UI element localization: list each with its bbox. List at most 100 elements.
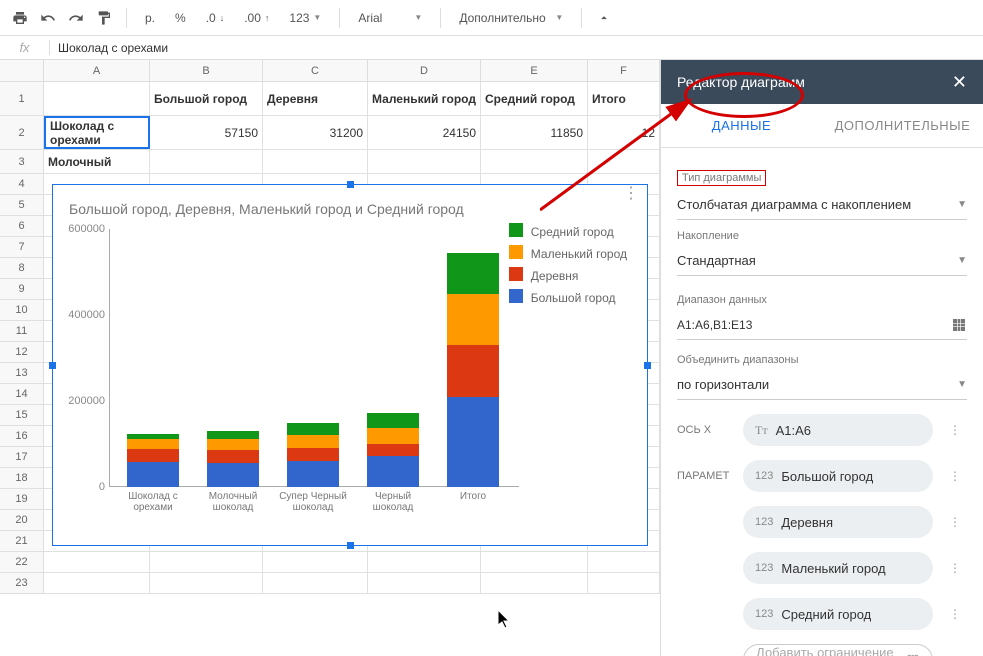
- toolbar-overflow-icon[interactable]: [592, 6, 616, 30]
- cell[interactable]: 11850: [481, 116, 588, 149]
- col-header-E[interactable]: E: [481, 60, 588, 81]
- row-header[interactable]: 12: [0, 342, 44, 362]
- percent-format-button[interactable]: %: [167, 6, 194, 30]
- tab-data[interactable]: ДАННЫЕ: [661, 104, 822, 147]
- col-header-A[interactable]: A: [44, 60, 150, 81]
- row-header[interactable]: 5: [0, 195, 44, 215]
- pill-menu-icon[interactable]: ⋮: [943, 515, 967, 529]
- chart-menu-icon[interactable]: ⋮: [623, 191, 639, 197]
- print-icon[interactable]: [8, 6, 32, 30]
- series-pill[interactable]: 123Средний город: [743, 598, 933, 630]
- cell[interactable]: [44, 573, 150, 593]
- pill-menu-icon[interactable]: ⋮: [943, 561, 967, 575]
- cell[interactable]: [588, 150, 660, 173]
- bar-segment: [287, 461, 339, 487]
- row-header[interactable]: 3: [0, 150, 44, 173]
- resize-handle[interactable]: [347, 181, 354, 188]
- cell[interactable]: [481, 150, 588, 173]
- cell[interactable]: [263, 150, 368, 173]
- cell[interactable]: 12: [588, 116, 660, 149]
- chart-object[interactable]: ⋮ Большой город, Деревня, Маленький горо…: [52, 184, 648, 546]
- cell[interactable]: Большой город: [150, 82, 263, 115]
- pill-menu-icon[interactable]: ⋮: [943, 607, 967, 621]
- selected-cell[interactable]: Шоколад с орехами: [44, 116, 150, 149]
- close-icon[interactable]: ✕: [952, 72, 967, 93]
- resize-handle[interactable]: [49, 362, 56, 369]
- row-header[interactable]: 14: [0, 384, 44, 404]
- merge-ranges-dropdown[interactable]: по горизонтали▼: [677, 370, 967, 400]
- undo-icon[interactable]: [36, 6, 60, 30]
- select-all-corner[interactable]: [0, 60, 44, 81]
- row-header[interactable]: 4: [0, 174, 44, 194]
- decrease-decimal-button[interactable]: .0↓: [198, 6, 233, 30]
- cell[interactable]: Итого: [588, 82, 660, 115]
- row-header[interactable]: 8: [0, 258, 44, 278]
- cell[interactable]: [150, 573, 263, 593]
- row-header[interactable]: 21: [0, 531, 44, 551]
- cell[interactable]: [44, 552, 150, 572]
- cell[interactable]: [588, 573, 660, 593]
- cell[interactable]: 57150: [150, 116, 263, 149]
- row-header[interactable]: 15: [0, 405, 44, 425]
- pill-menu-icon[interactable]: ⋮: [943, 469, 967, 483]
- font-selector[interactable]: Arial▼: [350, 6, 430, 30]
- row-header[interactable]: 22: [0, 552, 44, 572]
- row-header[interactable]: 10: [0, 300, 44, 320]
- row-header[interactable]: 2: [0, 116, 44, 149]
- cell[interactable]: Молочный: [44, 150, 150, 173]
- row-header[interactable]: 11: [0, 321, 44, 341]
- row-header[interactable]: 19: [0, 489, 44, 509]
- xaxis-pill[interactable]: Tᴛ A1:A6: [743, 414, 933, 446]
- series-pill[interactable]: 123Большой город: [743, 460, 933, 492]
- row-header[interactable]: 7: [0, 237, 44, 257]
- cell[interactable]: [263, 573, 368, 593]
- paint-format-icon[interactable]: [92, 6, 116, 30]
- stacking-dropdown[interactable]: Стандартная▼: [677, 246, 967, 276]
- pill-menu-icon[interactable]: ⋮: [943, 423, 967, 437]
- cell[interactable]: [481, 573, 588, 593]
- row-header[interactable]: 23: [0, 573, 44, 593]
- chart-type-dropdown[interactable]: Столбчатая диаграмма с накоплением▼: [677, 190, 967, 220]
- formula-input[interactable]: Шоколад с орехами: [50, 41, 983, 55]
- row-header[interactable]: 20: [0, 510, 44, 530]
- cell[interactable]: Деревня: [263, 82, 368, 115]
- col-header-C[interactable]: C: [263, 60, 368, 81]
- currency-format-button[interactable]: р.: [137, 6, 163, 30]
- cell[interactable]: [150, 150, 263, 173]
- row-header[interactable]: 13: [0, 363, 44, 383]
- row-header[interactable]: 17: [0, 447, 44, 467]
- series-pill[interactable]: 123Деревня: [743, 506, 933, 538]
- more-formats-button[interactable]: Дополнительно▼: [451, 6, 571, 30]
- increase-decimal-button[interactable]: .00↑: [236, 6, 277, 30]
- col-header-B[interactable]: B: [150, 60, 263, 81]
- resize-handle[interactable]: [347, 542, 354, 549]
- cell[interactable]: 24150: [368, 116, 481, 149]
- cell[interactable]: [150, 552, 263, 572]
- number-format-button[interactable]: 123▼: [281, 6, 329, 30]
- tab-customize[interactable]: ДОПОЛНИТЕЛЬНЫЕ: [822, 104, 983, 147]
- row-header[interactable]: 9: [0, 279, 44, 299]
- cell[interactable]: Маленький город: [368, 82, 481, 115]
- row-header[interactable]: 16: [0, 426, 44, 446]
- cell[interactable]: [368, 573, 481, 593]
- series-pill[interactable]: 123Маленький город: [743, 552, 933, 584]
- cell[interactable]: [263, 552, 368, 572]
- cell[interactable]: [481, 552, 588, 572]
- row-header[interactable]: 6: [0, 216, 44, 236]
- cell[interactable]: [368, 552, 481, 572]
- add-series-button[interactable]: Добавить ограничение "П...: [743, 644, 933, 656]
- resize-handle[interactable]: [644, 362, 651, 369]
- cell[interactable]: 31200: [263, 116, 368, 149]
- row-header[interactable]: 1: [0, 82, 44, 115]
- row-header[interactable]: 18: [0, 468, 44, 488]
- redo-icon[interactable]: [64, 6, 88, 30]
- cell[interactable]: [588, 552, 660, 572]
- col-header-F[interactable]: F: [588, 60, 660, 81]
- grid-icon[interactable]: [951, 317, 967, 333]
- col-header-D[interactable]: D: [368, 60, 481, 81]
- data-range-input[interactable]: A1:A6,B1:E13: [677, 310, 967, 340]
- cell[interactable]: [44, 82, 150, 115]
- series-label: ПАРАМЕТ: [677, 470, 733, 482]
- cell[interactable]: Средний город: [481, 82, 588, 115]
- cell[interactable]: [368, 150, 481, 173]
